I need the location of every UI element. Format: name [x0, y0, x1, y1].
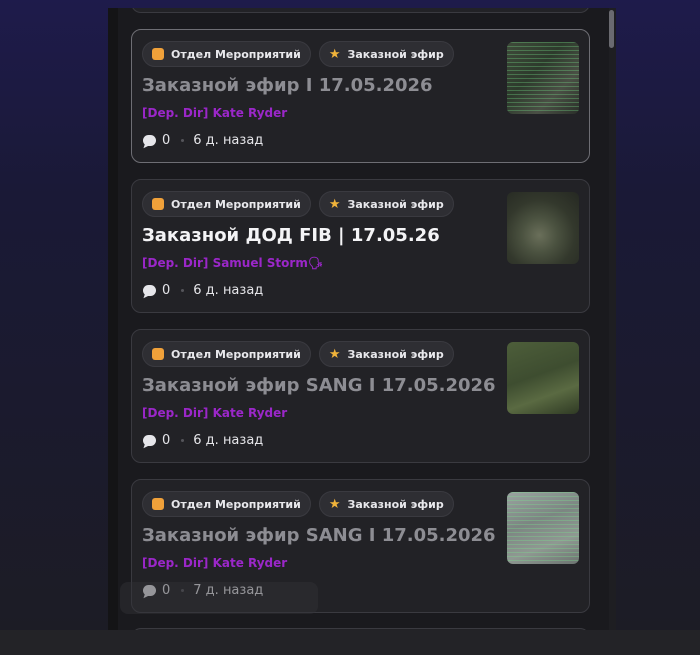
comment-bubble-icon: [143, 135, 156, 146]
tag-label: Заказной эфир: [347, 197, 444, 211]
tag-list: Отдел Мероприятий ★ Заказной эфир: [142, 41, 454, 67]
thread-thumbnail[interactable]: [507, 342, 579, 414]
thread-title[interactable]: Заказной эфир I 17.05.2026: [142, 75, 433, 96]
thread-thumbnail[interactable]: [507, 492, 579, 564]
tag-department[interactable]: Отдел Мероприятий: [142, 41, 311, 67]
thread-card[interactable]: Отдел Мероприятий ★ Заказной эфир Заказн…: [131, 329, 590, 463]
tag-list: Отдел Мероприятий ★ Заказной эфир: [142, 491, 454, 517]
tag-label: Отдел Мероприятий: [171, 497, 301, 511]
thread-author[interactable]: [Dep. Dir] Kate Ryder: [142, 556, 287, 570]
thread-thumbnail[interactable]: [507, 42, 579, 114]
tag-label: Отдел Мероприятий: [171, 197, 301, 211]
thread-thumbnail[interactable]: [507, 192, 579, 264]
previous-card-stub[interactable]: [131, 8, 590, 13]
meta-separator: [181, 289, 185, 292]
thread-author[interactable]: [Dep. Dir] Samuel Storm🗣: [142, 256, 323, 270]
comment-count: 0: [162, 283, 171, 298]
tag-list: Отдел Мероприятий ★ Заказной эфир: [142, 341, 454, 367]
thread-author[interactable]: [Dep. Dir] Kate Ryder: [142, 106, 287, 120]
tag-category[interactable]: ★ Заказной эфир: [318, 191, 454, 217]
tag-label: Отдел Мероприятий: [171, 347, 301, 361]
thread-time: 6 д. назад: [193, 133, 264, 148]
thread-title[interactable]: Заказной эфир SANG I 17.05.2026: [142, 525, 496, 546]
star-icon: ★: [328, 196, 341, 212]
tag-label: Заказной эфир: [347, 47, 444, 61]
thread-time: 6 д. назад: [193, 283, 264, 298]
orange-square-icon: [152, 348, 164, 360]
toast-overlay: [120, 582, 318, 614]
thread-card[interactable]: Отдел Мероприятий ★ Заказной эфир Заказн…: [131, 179, 590, 313]
tag-label: Заказной эфир: [347, 497, 444, 511]
tag-department[interactable]: Отдел Мероприятий: [142, 341, 311, 367]
thread-title[interactable]: Заказной эфир SANG I 17.05.2026: [142, 375, 496, 396]
thread-card[interactable]: Отдел Мероприятий ★ Заказной эфир Заказн…: [131, 29, 590, 163]
orange-square-icon: [152, 498, 164, 510]
tag-category[interactable]: ★ Заказной эфир: [318, 41, 454, 67]
star-icon: ★: [328, 496, 341, 512]
thread-meta: 0 6 д. назад: [143, 133, 263, 148]
panel-left-edge: [108, 8, 118, 630]
bottom-bar: [0, 630, 700, 655]
tag-label: Отдел Мероприятий: [171, 47, 301, 61]
thread-time: 6 д. назад: [193, 433, 264, 448]
tag-category[interactable]: ★ Заказной эфир: [318, 341, 454, 367]
orange-square-icon: [152, 198, 164, 210]
thread-meta: 0 6 д. назад: [143, 433, 263, 448]
comment-count: 0: [162, 433, 171, 448]
scrollbar-track[interactable]: [609, 8, 616, 630]
comment-bubble-icon: [143, 435, 156, 446]
comment-bubble-icon: [143, 285, 156, 296]
tag-category[interactable]: ★ Заказной эфир: [318, 491, 454, 517]
tag-department[interactable]: Отдел Мероприятий: [142, 491, 311, 517]
meta-separator: [181, 439, 185, 442]
scrollbar-thumb[interactable]: [609, 10, 614, 48]
tag-department[interactable]: Отдел Мероприятий: [142, 191, 311, 217]
thread-author[interactable]: [Dep. Dir] Kate Ryder: [142, 406, 287, 420]
thread-meta: 0 6 д. назад: [143, 283, 263, 298]
tag-list: Отдел Мероприятий ★ Заказной эфир: [142, 191, 454, 217]
comment-count: 0: [162, 133, 171, 148]
star-icon: ★: [328, 46, 341, 62]
orange-square-icon: [152, 48, 164, 60]
star-icon: ★: [328, 346, 341, 362]
thread-title[interactable]: Заказной ДОД FIB | 17.05.26: [142, 225, 440, 246]
tag-label: Заказной эфир: [347, 347, 444, 361]
meta-separator: [181, 139, 185, 142]
